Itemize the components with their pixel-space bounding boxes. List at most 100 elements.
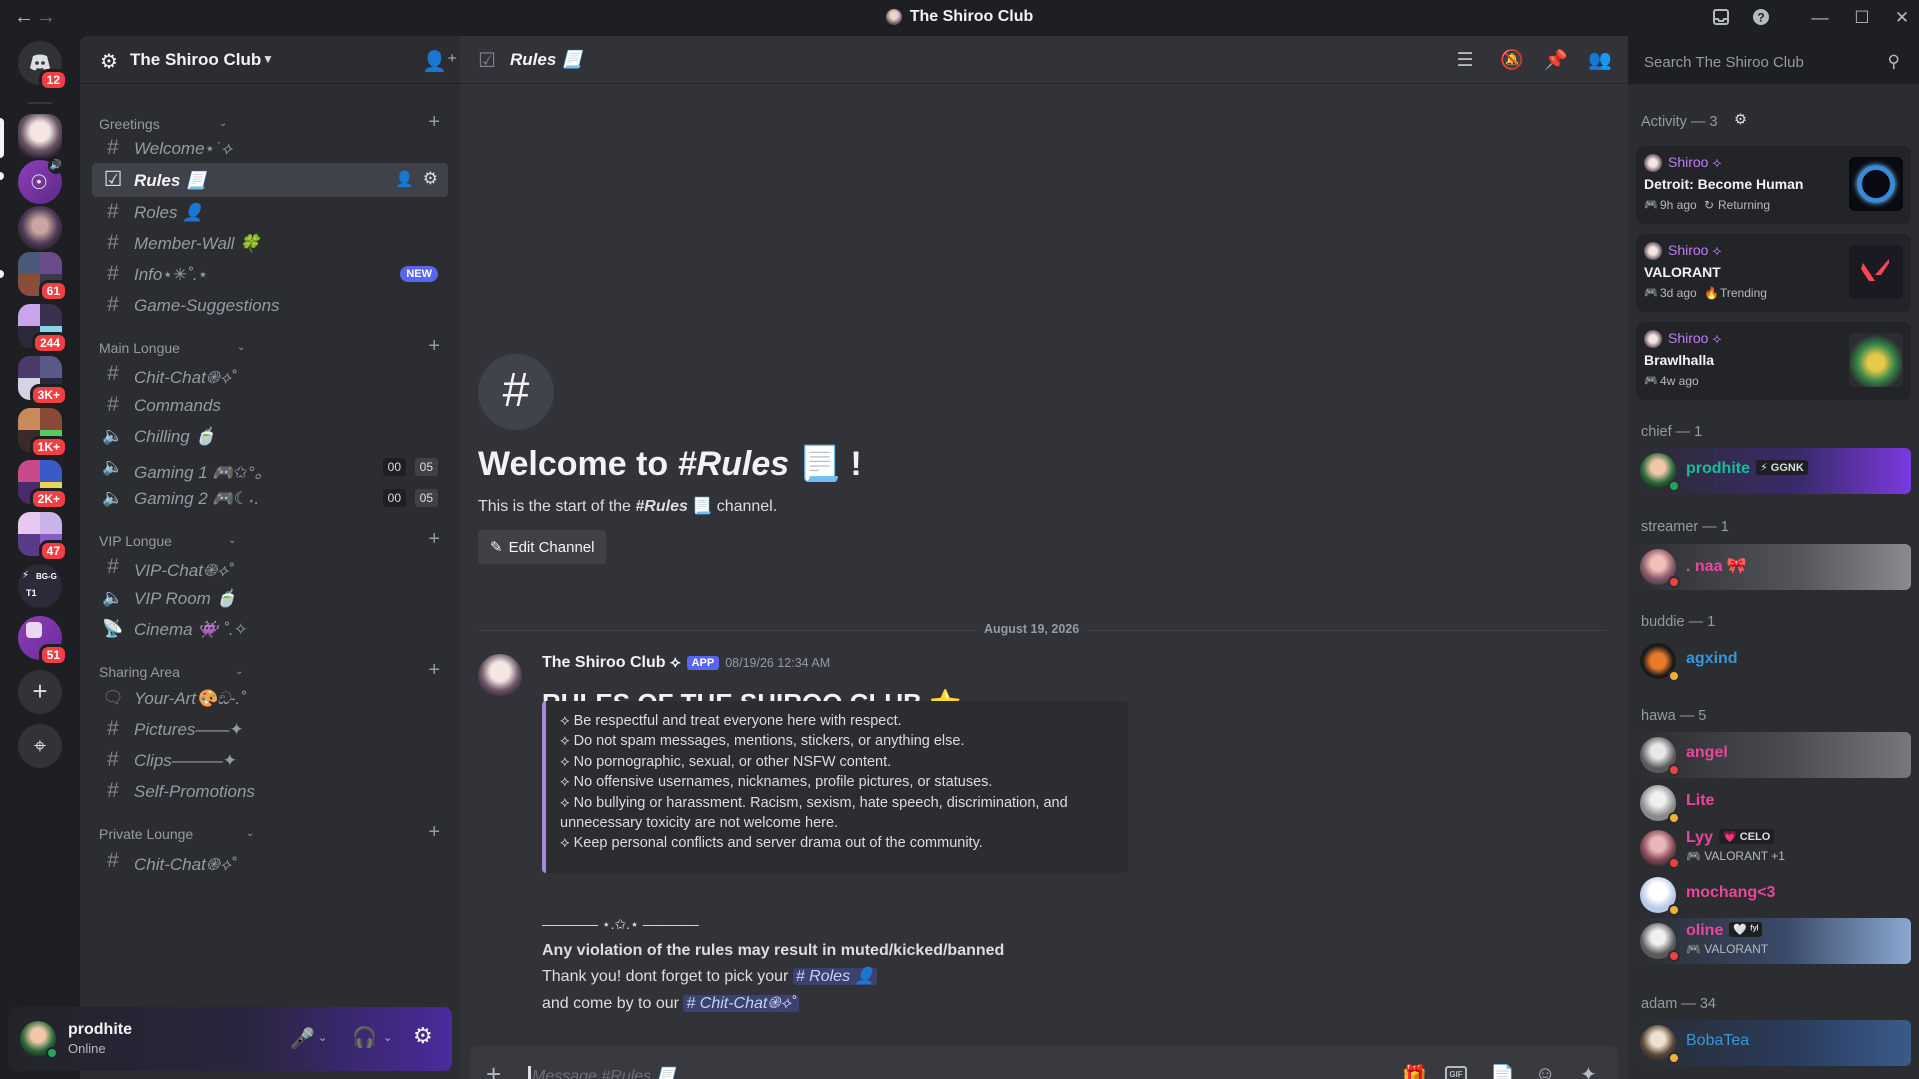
voice-channel-gaming-1[interactable]: 🔈 Gaming 1 🎮✩°｡ 00 05 bbox=[92, 450, 448, 484]
maximize-button[interactable]: ☐ bbox=[1852, 8, 1872, 28]
member-bobatea[interactable]: BobaTea bbox=[1634, 1020, 1911, 1066]
chevron-down-icon[interactable]: ⌄ bbox=[383, 1031, 392, 1044]
voice-channel-chilling[interactable]: 🔈 Chilling 🍵 bbox=[92, 419, 448, 453]
channel-welcome[interactable]: # Welcome⋆˙⟡ bbox=[92, 131, 448, 165]
invite-icon[interactable]: 👤 bbox=[395, 170, 414, 188]
create-channel-plus-icon[interactable]: + bbox=[428, 528, 440, 551]
create-channel-plus-icon[interactable]: + bbox=[428, 821, 440, 844]
clan-tag: ⚡ GGNK bbox=[1756, 460, 1808, 475]
channel-private-chit-chat[interactable]: # Chit-Chat֎⟡˚ bbox=[92, 844, 448, 878]
user-settings-gear-icon[interactable]: ⚙ bbox=[413, 1023, 433, 1049]
server-folder-6[interactable]: 47 bbox=[18, 512, 68, 562]
apps-icon[interactable]: ✦ bbox=[1580, 1062, 1597, 1079]
server-folder-5[interactable]: 2K+ bbox=[18, 460, 68, 510]
microphone-icon[interactable]: 🎤 bbox=[290, 1026, 315, 1051]
category-sharing-area[interactable]: Sharing Area bbox=[99, 664, 180, 680]
category-private-lounge[interactable]: Private Lounge bbox=[99, 826, 193, 842]
forum-channel-your-art[interactable]: 🗨 Your-Art🎨ඞ-.˚ bbox=[92, 681, 448, 715]
activity-card[interactable]: Shiroo ⟡ Brawlhalla 🎮 4w ago bbox=[1636, 322, 1911, 400]
author-avatar[interactable] bbox=[478, 654, 522, 698]
category-greetings[interactable]: Greetings bbox=[99, 116, 160, 132]
activity-card[interactable]: Shiroo ⟡ VALORANT 🎮 3d ago 🔥 Trending bbox=[1636, 234, 1911, 312]
activity-settings-gear-icon[interactable]: ⚙ bbox=[1734, 112, 1747, 128]
voice-channel-gaming-2[interactable]: 🔈 Gaming 2 🎮☾˖. 00 05 bbox=[92, 481, 448, 515]
channel-chit-chat[interactable]: # Chit-Chat֎⟡˚ bbox=[92, 357, 448, 391]
threads-icon[interactable]: ☰ bbox=[1454, 50, 1476, 72]
close-button[interactable]: ✕ bbox=[1892, 8, 1912, 28]
welcome-subtitle-suffix: 📃 channel. bbox=[687, 498, 778, 515]
sticker-icon[interactable]: 📄 bbox=[1490, 1063, 1515, 1079]
notification-bell-muted-icon[interactable]: 🔕 bbox=[1500, 50, 1524, 72]
channel-clips[interactable]: # Clips———✦ bbox=[92, 743, 448, 777]
server-folder-3[interactable]: 3K+ bbox=[18, 356, 68, 406]
channel-game-suggestions[interactable]: # Game-Suggestions bbox=[92, 288, 448, 322]
channel-label: Rules 📃 bbox=[134, 171, 207, 190]
channel-member-wall[interactable]: # Member-Wall 🍀 bbox=[92, 226, 448, 260]
add-server-button[interactable]: + bbox=[18, 670, 62, 714]
create-channel-plus-icon[interactable]: + bbox=[428, 335, 440, 358]
member-name: prodhite ⚡ GGNK bbox=[1686, 460, 1808, 478]
edit-channel-button[interactable]: ✎ Edit Channel bbox=[478, 530, 607, 564]
gif-icon[interactable]: GIF bbox=[1445, 1066, 1467, 1079]
member-prodhite[interactable]: prodhite ⚡ GGNK bbox=[1634, 448, 1911, 494]
unread-badge: 2K+ bbox=[29, 488, 68, 510]
chevron-down-icon: ⌄ bbox=[237, 342, 246, 353]
username[interactable]: prodhite bbox=[68, 1021, 132, 1039]
member-angel[interactable]: angel bbox=[1634, 732, 1911, 778]
server-bg-gt1[interactable]: ⚡ BG-G T1 bbox=[18, 564, 62, 608]
server-folder-1[interactable]: 61 bbox=[18, 252, 68, 302]
channel-roles[interactable]: # Roles 👤 bbox=[92, 195, 448, 229]
channel-commands[interactable]: # Commands bbox=[92, 388, 448, 422]
fire-icon: 🔥 bbox=[1704, 286, 1719, 300]
invite-people-icon[interactable]: 👤⁺ bbox=[422, 49, 457, 74]
emoji-icon[interactable]: ☺ bbox=[1535, 1063, 1555, 1079]
channel-self-promotions[interactable]: # Self-Promotions bbox=[92, 774, 448, 808]
server-purple-voice[interactable]: ☉ 🔊 bbox=[18, 158, 64, 204]
server-tavern[interactable] bbox=[18, 206, 62, 250]
member-mochang[interactable]: mochang<3 bbox=[1634, 872, 1911, 918]
search-input[interactable]: Search The Shiroo Club bbox=[1644, 54, 1804, 71]
welcome-title: Welcome to #Rules 📃 ! bbox=[478, 444, 862, 484]
attach-plus-button[interactable]: + bbox=[486, 1060, 501, 1079]
member-oline[interactable]: oline 🤍 ᶠʸˡ 🎮 VALORANT bbox=[1634, 918, 1911, 964]
channel-pictures[interactable]: # Pictures——✦ bbox=[92, 712, 448, 746]
channel-info[interactable]: # Info⋆✳˚.⋆ NEW bbox=[92, 257, 448, 291]
member-naa[interactable]: . naa 🎀 bbox=[1634, 544, 1911, 590]
minimize-button[interactable]: — bbox=[1810, 8, 1830, 28]
headphones-icon[interactable]: 🎧 bbox=[352, 1025, 377, 1050]
server-folder-4[interactable]: 1K+ bbox=[18, 408, 68, 458]
message-input[interactable]: Message #Rules 📃 bbox=[532, 1066, 676, 1079]
channel-mention-chit-chat[interactable]: # Chit-Chat֎⟡˚ bbox=[683, 995, 800, 1012]
channel-mention-roles[interactable]: # Roles 👤 bbox=[792, 968, 878, 985]
stage-channel-cinema[interactable]: 📡 Cinema 👾 ˚.✧ bbox=[92, 612, 448, 646]
member-lyy[interactable]: Lyy 💗 CELO 🎮 VALORANT +1 bbox=[1634, 825, 1911, 871]
create-channel-plus-icon[interactable]: + bbox=[428, 659, 440, 682]
category-vip-longue[interactable]: VIP Longue bbox=[99, 533, 172, 549]
member-lite[interactable]: Lite bbox=[1634, 780, 1911, 826]
direct-messages-button[interactable]: 12 bbox=[18, 41, 68, 91]
gift-icon[interactable]: 🎁 bbox=[1402, 1063, 1427, 1079]
server-folder-2[interactable]: 244 bbox=[18, 304, 68, 354]
category-main-longue[interactable]: Main Longue bbox=[99, 340, 180, 356]
member-activity: 🎮 VALORANT bbox=[1686, 942, 1768, 956]
search-bar[interactable]: Search The Shiroo Club ⚲ bbox=[1634, 46, 1910, 80]
member-list-icon[interactable]: 👥 bbox=[1588, 50, 1612, 72]
activity-game: VALORANT bbox=[1644, 264, 1721, 280]
inbox-icon[interactable] bbox=[1711, 8, 1731, 28]
activity-card[interactable]: Shiroo ⟡ Detroit: Become Human 🎮 9h ago … bbox=[1636, 146, 1911, 224]
help-icon[interactable]: ? bbox=[1751, 8, 1771, 28]
separator-line: ———— ⋆.✩.⋆ ———— bbox=[542, 916, 699, 932]
channel-vip-chat[interactable]: # VIP-Chat֎⟡˚ bbox=[92, 550, 448, 584]
discover-compass-icon[interactable]: ⌖ bbox=[18, 724, 62, 768]
server-header[interactable]: ⚙ The Shiroo Club ▼ 👤⁺ bbox=[80, 36, 460, 84]
channel-rules[interactable]: ☑ Rules 📃 👤 ⚙ bbox=[92, 163, 448, 197]
channel-settings-gear-icon[interactable]: ⚙ bbox=[423, 169, 438, 189]
voice-channel-vip-room[interactable]: 🔈 VIP Room 🍵 bbox=[92, 581, 448, 615]
chevron-down-icon[interactable]: ⌄ bbox=[318, 1031, 327, 1044]
server-the-shiroo-club[interactable] bbox=[18, 114, 62, 158]
server-purple-2[interactable]: 51 bbox=[18, 616, 68, 666]
pinned-messages-icon[interactable]: 📌 bbox=[1544, 50, 1568, 72]
member-agxind[interactable]: agxind bbox=[1634, 638, 1911, 684]
app-badge: APP bbox=[686, 656, 720, 670]
author-name[interactable]: The Shiroo Club ⟡ bbox=[542, 654, 681, 672]
